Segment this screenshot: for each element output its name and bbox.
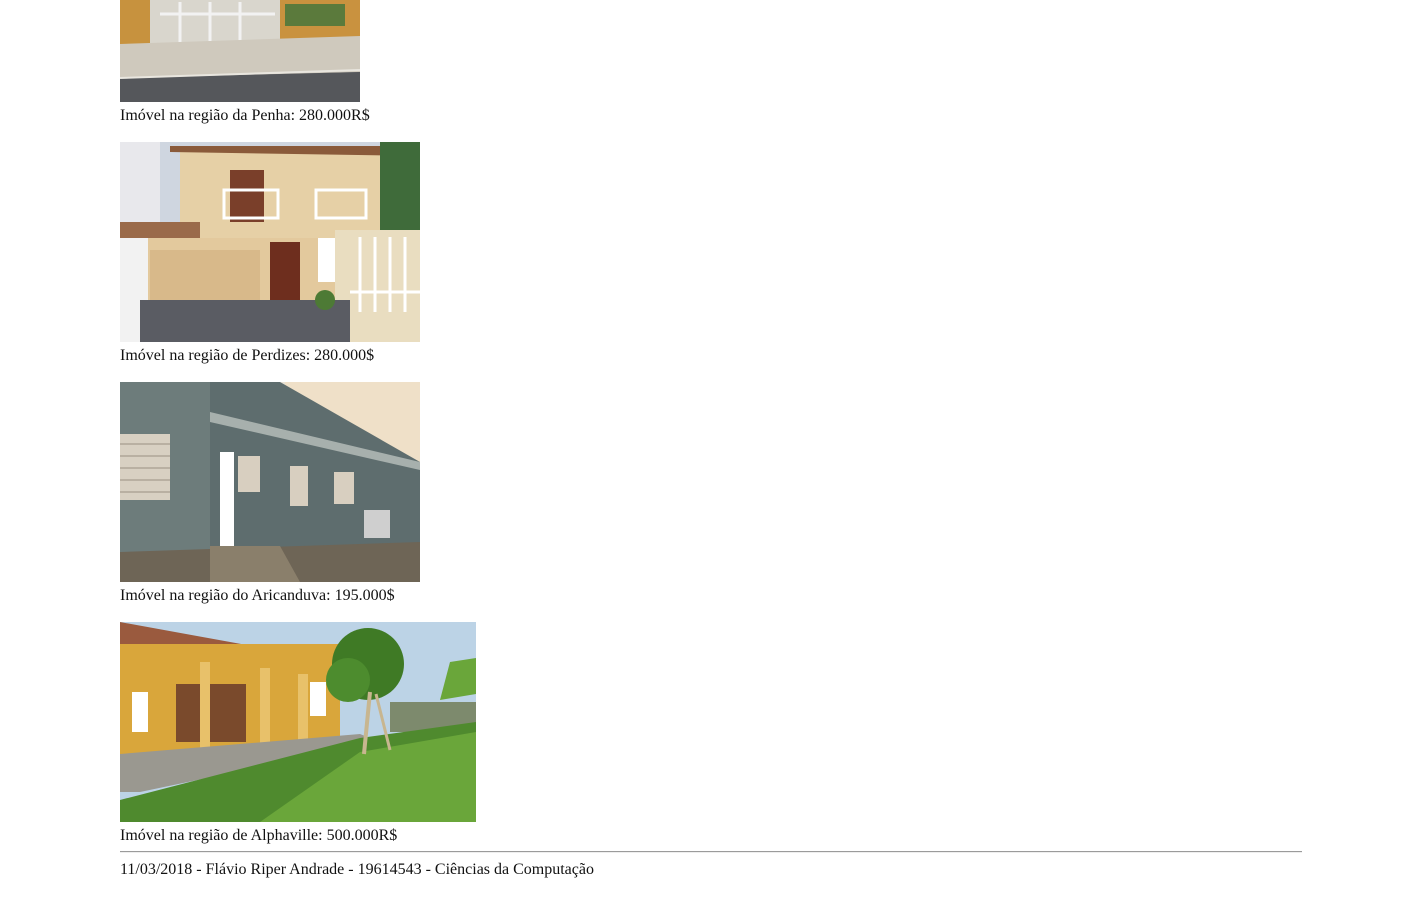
property-listing: Imóvel na região da Penha: 280.000R$	[120, 0, 370, 124]
property-listing: Imóvel na região de Alphaville: 500.000R…	[120, 622, 476, 844]
property-listing: Imóvel na região de Perdizes: 280.000$	[120, 142, 420, 364]
property-photo-alphaville	[120, 622, 476, 822]
listing-caption: Imóvel na região de Alphaville: 500.000R…	[120, 827, 398, 844]
footer-divider	[120, 851, 1302, 853]
listing-caption: Imóvel na região do Aricanduva: 195.000$	[120, 587, 395, 604]
property-listing: Imóvel na região do Aricanduva: 195.000$	[120, 382, 420, 604]
footer-text: 11/03/2018 - Flávio Riper Andrade - 1961…	[120, 861, 594, 878]
page-content: Imóvel na região da Penha: 280.000R$ Imó…	[120, 0, 1302, 897]
property-photo-perdizes	[120, 142, 420, 342]
listing-caption: Imóvel na região da Penha: 280.000R$	[120, 107, 370, 124]
listing-caption: Imóvel na região de Perdizes: 280.000$	[120, 347, 375, 364]
property-photo-aricanduva	[120, 382, 420, 582]
property-photo-penha	[120, 0, 360, 102]
